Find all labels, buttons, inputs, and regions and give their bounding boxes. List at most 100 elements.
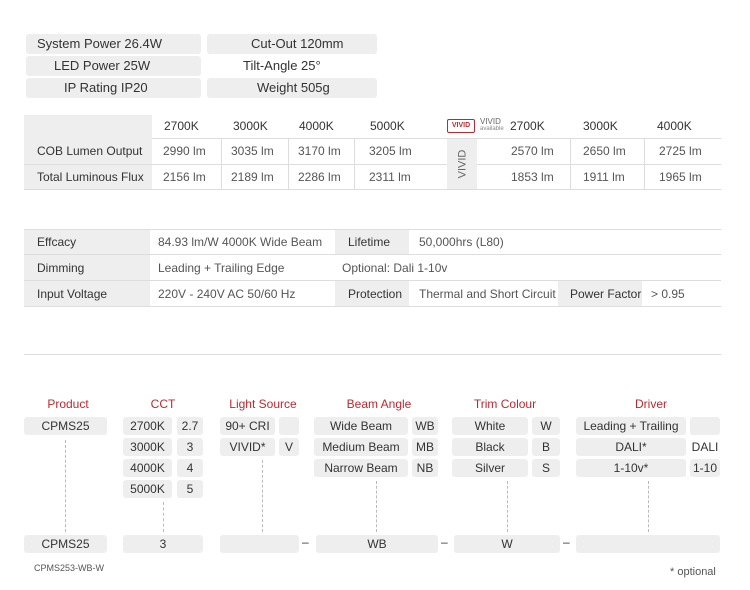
beam-option: Medium Beam (314, 438, 408, 456)
power-factor-label: Power Factor (570, 287, 642, 301)
lumen-value: 3170 lm (298, 144, 341, 158)
driver-code: DALI (691, 440, 719, 454)
cct-header: 5000K (370, 119, 405, 133)
result-light-source (220, 535, 299, 553)
trim-option: White (452, 417, 528, 435)
protection-value: Thermal and Short Circuit (419, 287, 556, 301)
cct-code: 3 (177, 438, 203, 456)
trim-code: W (532, 417, 560, 435)
result-cct: 3 (123, 535, 203, 553)
vivid-lumen-value: 2570 lm (511, 144, 554, 158)
result-dash: – (563, 535, 570, 549)
light-source-option: VIVID* (220, 438, 275, 456)
lumen-col-divider (288, 139, 289, 189)
lumen-header-line (152, 138, 721, 139)
lifetime-label: Lifetime (348, 235, 391, 249)
lumen-col-divider (644, 139, 645, 189)
cct-header: 2700K (164, 119, 199, 133)
input-voltage-value: 220V - 240V AC 50/60 Hz (158, 287, 296, 301)
connector-line (376, 481, 377, 532)
cct-option: 5000K (123, 480, 172, 498)
ip-rating-pill: IP Rating IP20 (26, 78, 201, 98)
vivid-available: available (480, 126, 504, 132)
lumen-value: 2990 lm (163, 144, 206, 158)
light-source-code (279, 417, 299, 435)
beam-code: WB (412, 417, 438, 435)
lumen-col-divider (221, 139, 222, 189)
beam-code: NB (412, 459, 438, 477)
cct-header: 4000K (299, 119, 334, 133)
product-header: Product (47, 397, 89, 411)
example-code: CPMS253-WB-W (34, 563, 105, 573)
cct-header-red: CCT (150, 397, 176, 411)
protection-label: Protection (348, 287, 403, 301)
dimming-value: Leading + Trailing Edge (158, 261, 285, 275)
lifetime-value: 50,000hrs (L80) (419, 235, 504, 249)
vivid-label: VIVID (480, 117, 501, 126)
light-source-code: V (279, 438, 299, 456)
product-option: CPMS25 (24, 417, 107, 435)
lumen-col-divider (354, 139, 355, 189)
vivid-lumen-value: 1911 lm (583, 170, 625, 184)
vivid-cct-header: 2700K (510, 119, 545, 133)
power-factor-value: > 0.95 (651, 287, 685, 301)
driver-header: Driver (635, 397, 667, 411)
lumen-value: 2189 lm (231, 170, 274, 184)
section-divider (24, 354, 721, 355)
efficacy-label: Effcacy (37, 235, 77, 249)
driver-option: DALI* (576, 438, 686, 456)
cct-code: 5 (177, 480, 203, 498)
vivid-lumen-value: 2650 lm (583, 144, 626, 158)
light-source-header: Light Source (229, 397, 297, 411)
driver-option: 1-10v* (576, 459, 686, 477)
total-flux-label: Total Luminous Flux (37, 170, 144, 184)
lumen-value: 3205 lm (369, 144, 412, 158)
driver-code: 1-10 (690, 459, 720, 477)
beam-angle-header: Beam Angle (346, 397, 412, 411)
result-product: CPMS25 (24, 535, 107, 553)
vivid-cct-header: 4000K (657, 119, 692, 133)
light-source-option: 90+ CRI (220, 417, 275, 435)
cct-option: 4000K (123, 459, 172, 477)
vivid-lumen-value: 2725 lm (659, 144, 702, 158)
cct-code: 2.7 (177, 417, 203, 435)
vivid-lumen-value: 1853 lm (511, 170, 554, 184)
cct-option: 2700K (123, 417, 172, 435)
dimming-label: Dimming (37, 261, 85, 275)
input-voltage-label: Input Voltage (37, 287, 108, 301)
result-beam: WB (316, 535, 438, 553)
result-dash: – (302, 535, 309, 549)
trim-option: Silver (452, 459, 528, 477)
cob-lumen-label: COB Lumen Output (37, 144, 143, 158)
lumen-value: 2311 lm (369, 170, 411, 184)
dimming-optional: Optional: Dali 1-10v (342, 261, 448, 275)
connector-line (163, 502, 164, 532)
cct-code: 4 (177, 459, 203, 477)
cct-option: 3000K (123, 438, 172, 456)
optional-note: * optional (670, 566, 716, 578)
led-power-pill: LED Power 25W (26, 56, 201, 76)
lumen-row-line (24, 164, 721, 165)
vivid-cct-header: 3000K (583, 119, 618, 133)
trim-option: Black (452, 438, 528, 456)
lumen-value: 2156 lm (163, 170, 206, 184)
cct-header: 3000K (233, 119, 268, 133)
vivid-lumen-value: 1965 lm (659, 170, 702, 184)
beam-code: MB (412, 438, 438, 456)
driver-code (690, 417, 720, 435)
connector-line (65, 440, 66, 532)
connector-line (648, 481, 649, 532)
cut-out-pill: Cut-Out 120mm (207, 34, 377, 54)
vivid-side-label: VIVID (455, 149, 468, 179)
weight-pill: Weight 505g (207, 78, 377, 98)
connector-line (262, 460, 263, 532)
lumen-col-divider (570, 139, 571, 189)
trim-code: S (532, 459, 560, 477)
trim-code: B (532, 438, 560, 456)
details-bottom-line (24, 306, 721, 307)
tilt-angle-pill: Tilt-Angle 25° (243, 58, 321, 73)
beam-option: Narrow Beam (314, 459, 408, 477)
result-driver (576, 535, 720, 553)
efficacy-value: 84.93 lm/W 4000K Wide Beam (158, 235, 323, 249)
beam-option: Wide Beam (314, 417, 408, 435)
